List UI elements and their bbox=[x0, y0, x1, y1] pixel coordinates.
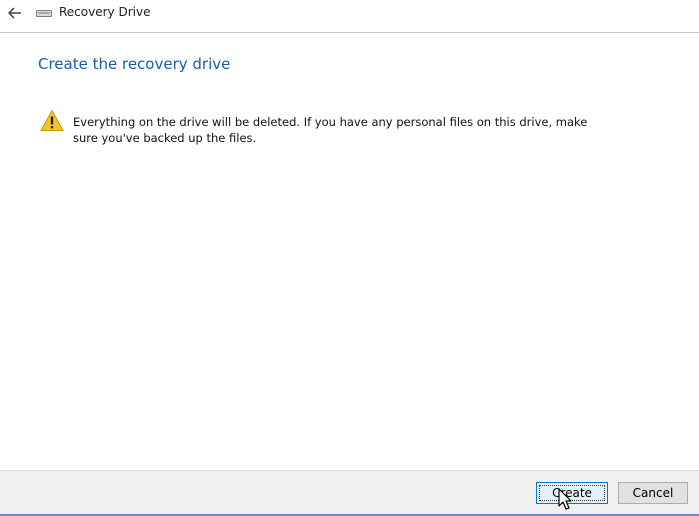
recovery-drive-window: Recovery Drive Create the recovery drive… bbox=[0, 0, 699, 516]
create-button-label: Create bbox=[552, 486, 592, 500]
window-title: Recovery Drive bbox=[59, 5, 151, 19]
back-arrow-icon bbox=[8, 7, 21, 19]
warning-message: Everything on the drive will be deleted.… bbox=[73, 115, 588, 145]
cancel-button[interactable]: Cancel bbox=[618, 482, 688, 504]
back-button[interactable] bbox=[3, 3, 27, 23]
footer-bar: Create Cancel bbox=[0, 470, 699, 516]
create-button[interactable]: Create bbox=[536, 482, 608, 504]
page-title: Create the recovery drive bbox=[38, 55, 231, 73]
title-bar: Recovery Drive bbox=[0, 0, 699, 33]
warning-icon bbox=[40, 109, 64, 131]
drive-icon bbox=[36, 10, 52, 17]
cancel-button-label: Cancel bbox=[632, 486, 674, 500]
